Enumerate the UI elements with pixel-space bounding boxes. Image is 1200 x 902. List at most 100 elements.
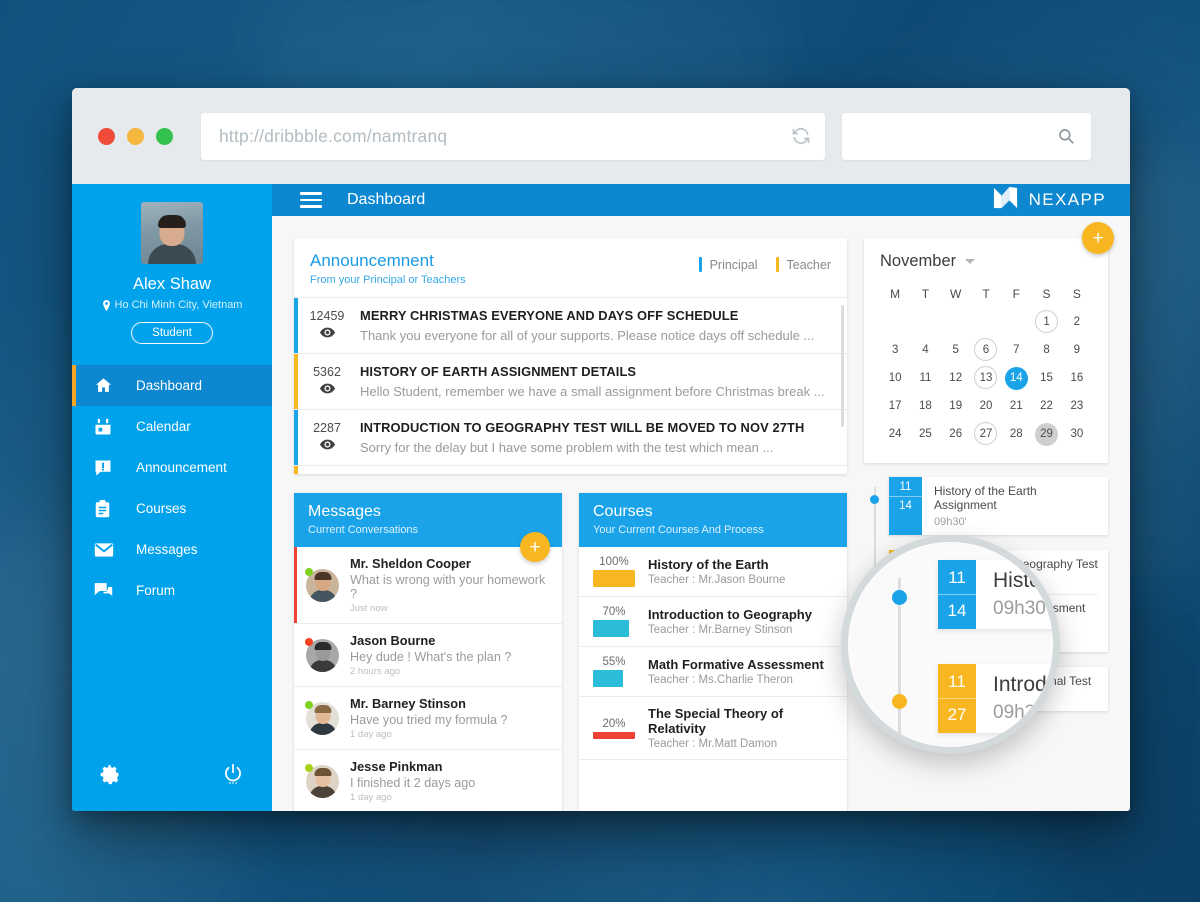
row-stripe (294, 354, 298, 409)
browser-window: http://dribbble.com/namtranq Alex Shaw H… (72, 88, 1130, 811)
maximize-window-button[interactable] (156, 127, 173, 145)
tab-teacher[interactable]: Teacher (775, 257, 831, 272)
avatar (141, 202, 203, 264)
list-item[interactable]: 20% The Special Theory of Relativity Tea… (579, 697, 847, 760)
calendar-day[interactable]: 26 (941, 422, 971, 447)
sidebar-item-announcement[interactable]: Announcement (72, 447, 272, 488)
announcement-header: Announcemnent From your Principal or Tea… (294, 238, 847, 298)
calendar-day (880, 310, 910, 335)
list-item[interactable]: Mr. Sheldon Cooper What is wrong with yo… (294, 547, 562, 624)
courses-list: 100% History of the Earth Teacher : Mr.J… (579, 547, 847, 760)
calendar-day[interactable]: 1 (1031, 310, 1061, 335)
list-item[interactable]: Mr. Barney Stinson Have you tried my for… (294, 687, 562, 750)
calendar-day[interactable]: 9 (1062, 338, 1092, 363)
calendar-day[interactable]: 6 (971, 338, 1001, 363)
magnifier-loupe: 11 14 History 09h30' 11 27 Introdu 09h30… (841, 535, 1060, 754)
announcement-row[interactable]: 5362 HISTORY OF EARTH ASSIGNMENT DETAILS… (294, 354, 847, 410)
announcement-filter-tabs: Principal Teacher (698, 251, 831, 272)
announcement-heading: HISTORY OF EARTH ASSIGNMENT DETAILS (360, 364, 637, 379)
sidebar-item-messages[interactable]: Messages (72, 529, 272, 570)
calendar-day[interactable]: 4 (910, 338, 940, 363)
announcement-preview: Sorry for the delay but I have some prob… (360, 440, 774, 455)
announcement-row-partial[interactable] (294, 466, 847, 474)
announcement-list[interactable]: 12459 MERRY CHRISTMAS EVERYONE AND DAYS … (294, 298, 847, 474)
eye-icon (294, 325, 360, 343)
calendar-day[interactable]: 16 (1062, 366, 1092, 391)
announcement-row[interactable]: 2287 INTRODUCTION TO GEOGRAPHY TEST WILL… (294, 410, 847, 466)
course-name: The Special Theory of Relativity (648, 706, 784, 736)
message-info: Jason Bourne Hey dude ! What's the plan … (350, 633, 550, 677)
calendar-day[interactable]: 20 (971, 394, 1001, 419)
view-count: 2287 (313, 421, 341, 435)
browser-search-box[interactable] (842, 112, 1091, 160)
calendar-day[interactable]: 28 (1001, 422, 1031, 447)
principal-color-swatch (698, 257, 702, 272)
sidebar: Alex Shaw Ho Chi Minh City, Vietnam Stud… (72, 184, 272, 811)
chevron-down-icon[interactable] (965, 259, 976, 264)
sidebar-item-calendar[interactable]: Calendar (72, 406, 272, 447)
message-preview: I finished it 2 days ago (350, 776, 476, 790)
magnified-event-date: 11 14 (938, 560, 976, 629)
search-input[interactable] (858, 127, 1057, 145)
hamburger-menu-icon[interactable] (300, 192, 322, 208)
magnified-event-date: 11 27 (938, 664, 976, 733)
sidebar-item-courses[interactable]: Courses (72, 488, 272, 529)
sender-name: Jason Bourne (350, 633, 436, 648)
avatar (305, 763, 339, 798)
calendar-day[interactable]: 17 (880, 394, 910, 419)
power-icon[interactable] (222, 763, 244, 791)
calendar-day[interactable]: 8 (1031, 338, 1061, 363)
calendar-day[interactable]: 29 (1031, 422, 1061, 447)
search-icon[interactable] (1057, 127, 1075, 145)
list-item[interactable]: 100% History of the Earth Teacher : Mr.J… (579, 547, 847, 597)
calendar-day[interactable]: 3 (880, 338, 910, 363)
list-item[interactable]: 55% Math Formative Assessment Teacher : … (579, 647, 847, 697)
calendar-day[interactable]: 30 (1062, 422, 1092, 447)
eye-icon (294, 437, 360, 455)
magnified-event-name: History (993, 569, 1059, 592)
calendar-day[interactable]: 24 (880, 422, 910, 447)
refresh-icon[interactable] (791, 126, 811, 146)
calendar-day[interactable]: 19 (941, 394, 971, 419)
list-item[interactable]: Jesse Pinkman I finished it 2 days ago 1… (294, 750, 562, 811)
status-badge: Student (131, 322, 213, 344)
sidebar-item-forum[interactable]: Forum (72, 570, 272, 611)
messages-list: Mr. Sheldon Cooper What is wrong with yo… (294, 547, 562, 811)
event-month-day: 11 (899, 481, 912, 493)
calendar-day[interactable]: 23 (1062, 394, 1092, 419)
calendar-day[interactable]: 15 (1031, 366, 1061, 391)
sidebar-item-dashboard[interactable]: Dashboard (72, 365, 272, 406)
calendar-day[interactable]: 10 (880, 366, 910, 391)
course-info: Introduction to Geography Teacher : Mr.B… (648, 607, 835, 636)
add-event-button[interactable]: + (1082, 222, 1114, 254)
close-window-button[interactable] (98, 127, 115, 145)
announcement-scrollbar[interactable] (841, 305, 844, 427)
calendar-day[interactable]: 13 (971, 366, 1001, 391)
magnifier-content: 11 14 History 09h30' 11 27 Introdu 09h30… (848, 542, 1059, 747)
announcement-row[interactable]: 12459 MERRY CHRISTMAS EVERYONE AND DAYS … (294, 298, 847, 354)
calendar-day[interactable]: 27 (971, 422, 1001, 447)
timeline-event[interactable]: 11 14 History of the Earth Assignment 09… (870, 477, 1108, 535)
calendar-day[interactable]: 7 (1001, 338, 1031, 363)
list-item[interactable]: Jason Bourne Hey dude ! What's the plan … (294, 624, 562, 687)
event-date: 11 14 (889, 477, 922, 535)
sidebar-item-label: Calendar (136, 419, 191, 434)
calendar-day[interactable]: 22 (1031, 394, 1061, 419)
calendar-day[interactable]: 2 (1062, 310, 1092, 335)
announcement-views: 5362 (294, 364, 360, 399)
day-header: M (890, 287, 901, 301)
calendar-day[interactable]: 5 (941, 338, 971, 363)
list-item[interactable]: 70% Introduction to Geography Teacher : … (579, 597, 847, 647)
calendar-day[interactable]: 18 (910, 394, 940, 419)
minimize-window-button[interactable] (127, 127, 144, 145)
calendar-day[interactable]: 21 (1001, 394, 1031, 419)
gear-icon[interactable] (98, 763, 121, 791)
calendar-day-selected[interactable]: 14 (1001, 366, 1031, 391)
address-bar[interactable]: http://dribbble.com/namtranq (201, 112, 825, 160)
calendar-day[interactable]: 12 (941, 366, 971, 391)
tab-principal[interactable]: Principal (698, 257, 758, 272)
announcement-heading: INTRODUCTION TO GEOGRAPHY TEST WILL BE M… (360, 420, 805, 435)
calendar-day[interactable]: 11 (910, 366, 940, 391)
calendar-day[interactable]: 25 (910, 422, 940, 447)
calendar-month-selector[interactable]: November (880, 252, 1092, 271)
